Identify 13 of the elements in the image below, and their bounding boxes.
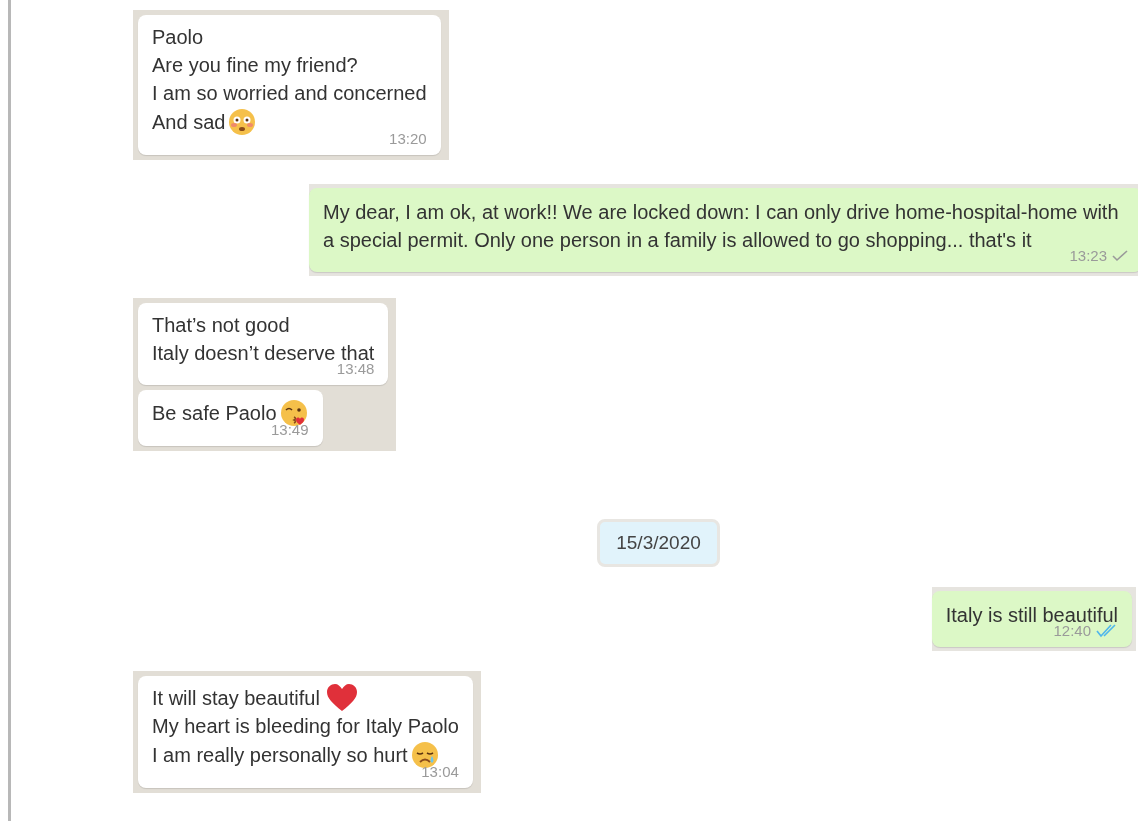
message-text: My heart is bleeding for Italy Paolo <box>152 714 459 739</box>
message-text: Paolo <box>152 25 204 50</box>
heart-emoji-icon <box>325 684 358 712</box>
flushed-emoji-icon <box>227 107 258 137</box>
message-time: 13:20 <box>388 129 427 149</box>
date-badge: 15/3/2020 <box>597 519 720 567</box>
message-text: It will stay beautiful <box>152 686 320 711</box>
message-text: And sad <box>152 110 226 135</box>
message-text: Are you fine my friend? <box>152 53 358 78</box>
message-text: That’s not good <box>152 313 290 338</box>
message-text: I am so worried and concerned <box>152 81 427 106</box>
message-text: I am really personally so hurt <box>152 743 408 768</box>
message-time: 13:04 <box>420 762 459 782</box>
